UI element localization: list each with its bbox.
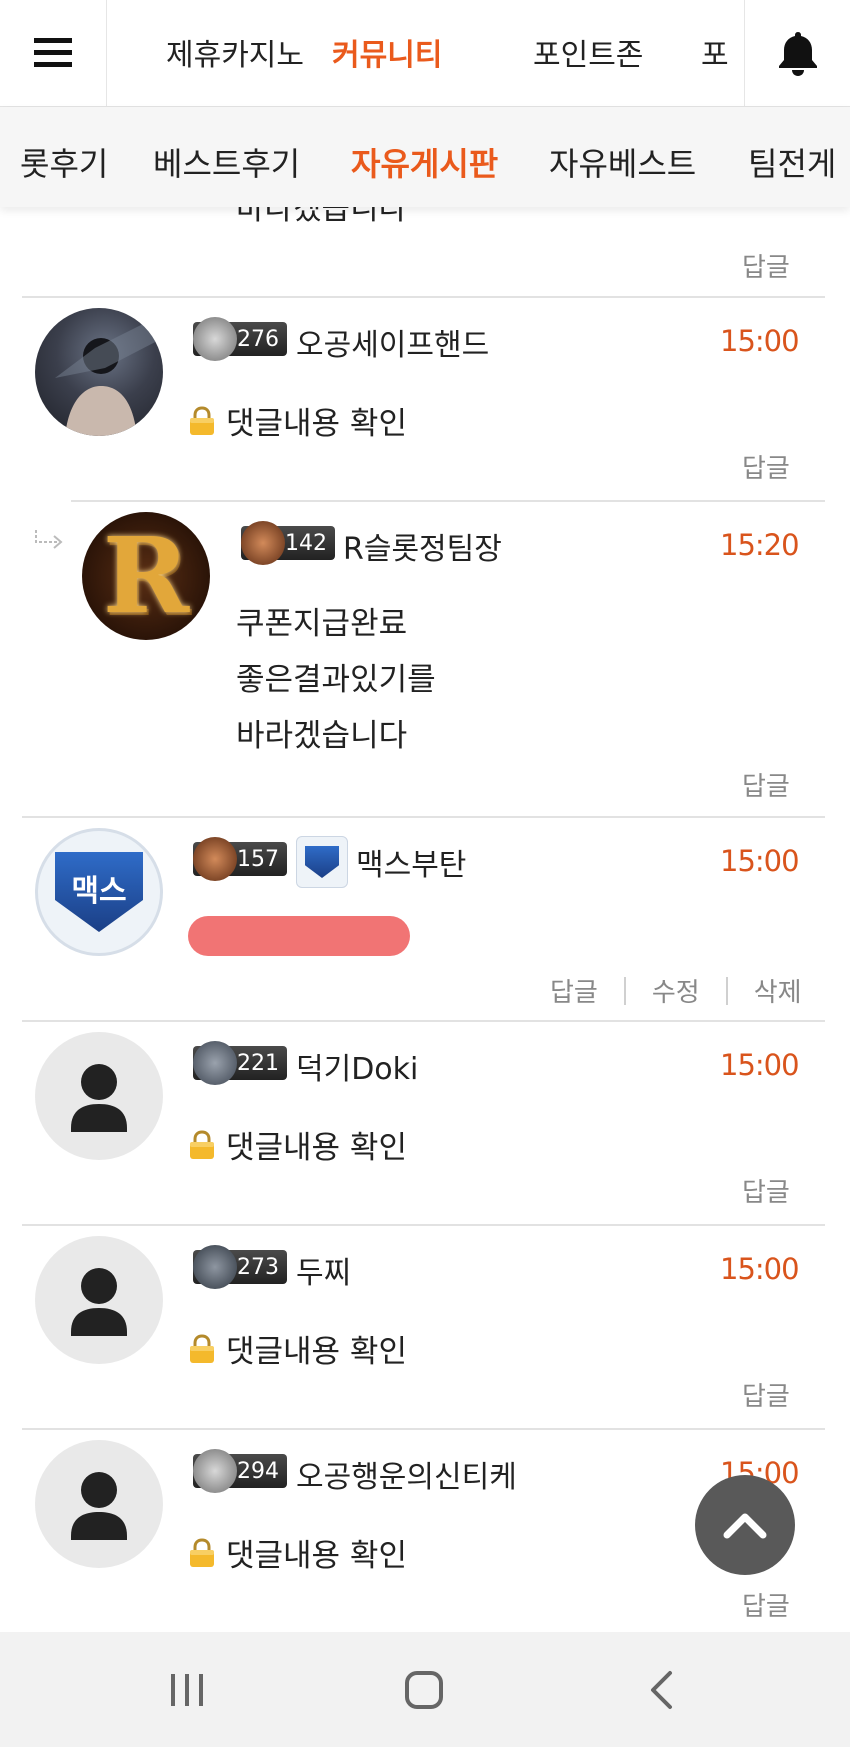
system-navigation-bar: [0, 1632, 850, 1747]
locked-content[interactable]: 댓글내용 확인: [188, 1122, 407, 1167]
notification-button[interactable]: [744, 0, 850, 106]
comment-time: 15:00: [720, 1252, 800, 1286]
default-user-icon: [71, 1472, 127, 1540]
comment-item: 맥스 157 맥스부탄 15:00 답글 수정 삭제: [0, 818, 850, 1020]
topnav-scroll: 제휴카지노 커뮤니티 포인트존 포: [106, 0, 744, 106]
user-emblem-icon: [296, 836, 348, 888]
comment-body-line: 쿠폰지급완료: [236, 606, 408, 642]
comment-body-line: 좋은결과있기를: [236, 662, 436, 698]
comment-time: 15:20: [720, 528, 800, 562]
comment-time: 15:00: [720, 324, 800, 358]
subnav-item-team-more[interactable]: 팀전게: [748, 139, 836, 185]
rank-emblem-icon: [193, 1449, 237, 1493]
home-icon[interactable]: [404, 1670, 444, 1710]
comment-author[interactable]: 맥스부탄: [356, 840, 466, 884]
lock-icon: [190, 1333, 214, 1363]
default-user-icon: [71, 1064, 127, 1132]
avatar-letter: R: [102, 514, 190, 637]
reply-arrow-icon: [35, 530, 63, 549]
delete-button[interactable]: 삭제: [754, 972, 802, 1009]
hamburger-menu-button[interactable]: [0, 0, 107, 106]
avatar[interactable]: [35, 1032, 163, 1160]
top-navigation: 제휴카지노 커뮤니티 포인트존 포: [0, 0, 850, 107]
comment-author[interactable]: 두찌: [296, 1248, 351, 1292]
menu-icon: [34, 38, 72, 67]
board-subnav: 롯후기 베스트후기 자유게시판 자유베스트 팀전게: [0, 107, 850, 207]
reply-button[interactable]: 답글: [742, 247, 790, 284]
chevron-up-icon: [723, 1513, 767, 1539]
comment-item: 273 두찌 15:00 댓글내용 확인 답글: [0, 1226, 850, 1428]
level-badge: 273: [193, 1245, 287, 1289]
rank-emblem-icon: [193, 1245, 237, 1289]
subnav-item-slot-review[interactable]: 롯후기: [20, 139, 108, 185]
locked-content[interactable]: 댓글내용 확인: [188, 398, 407, 443]
comment-author[interactable]: R슬롯정팀장: [343, 524, 502, 568]
reply-button[interactable]: 답글: [742, 1586, 790, 1623]
edit-button[interactable]: 수정: [652, 972, 700, 1009]
reply-button[interactable]: 답글: [742, 766, 790, 803]
lock-text: 댓글내용 확인: [226, 1538, 407, 1574]
level-badge: 142: [241, 521, 335, 565]
rank-emblem-icon: [193, 837, 237, 881]
rank-emblem-icon: [241, 521, 285, 565]
comment-actions: 답글 수정 삭제: [550, 972, 802, 1009]
topnav-item-point-zone[interactable]: 포인트존: [533, 30, 643, 74]
partial-comment: 바라겠습니다 답글: [0, 191, 850, 297]
bell-icon: [779, 32, 817, 76]
locked-content[interactable]: 댓글내용 확인: [188, 1530, 407, 1575]
comment-author[interactable]: 덕기Doki: [296, 1044, 418, 1088]
lock-icon: [190, 1537, 214, 1567]
level-badge: 221: [193, 1041, 287, 1085]
rank-emblem-icon: [193, 317, 237, 361]
reply-button[interactable]: 답글: [742, 1172, 790, 1209]
avatar-text: 맥스: [71, 874, 127, 909]
lock-icon: [190, 405, 214, 435]
reply-button[interactable]: 답글: [742, 1376, 790, 1413]
recent-apps-icon[interactable]: [169, 1672, 205, 1708]
divider: [725, 976, 728, 1005]
divider: [623, 976, 626, 1005]
redacted-content: [188, 916, 410, 956]
avatar[interactable]: [35, 308, 163, 436]
default-user-icon: [71, 1268, 127, 1336]
user-photo-icon: [55, 318, 163, 436]
topnav-item-partner-casino[interactable]: 제휴카지노: [166, 30, 304, 74]
comment-author[interactable]: 오공세이프핸드: [296, 320, 489, 364]
back-icon[interactable]: [648, 1670, 674, 1710]
reply-button[interactable]: 답글: [742, 448, 790, 485]
comment-reply-item: R 142 R슬롯정팀장 15:20 쿠폰지급완료 좋은결과있기를 바라겠습니다…: [0, 502, 850, 816]
scroll-to-top-button[interactable]: [695, 1475, 795, 1575]
comment-item: 221 덕기Doki 15:00 댓글내용 확인 답글: [0, 1022, 850, 1224]
subnav-item-free-best[interactable]: 자유베스트: [549, 139, 696, 185]
topnav-item-community[interactable]: 커뮤니티: [332, 30, 442, 74]
comment-time: 15:00: [720, 1048, 800, 1082]
comment-time: 15:00: [720, 844, 800, 878]
comment-item: 276 오공세이프핸드 15:00 댓글내용 확인 답글: [0, 298, 850, 500]
comment-body-line: 바라겠습니다: [236, 718, 408, 754]
shield-icon: 맥스: [55, 852, 143, 932]
reply-button[interactable]: 답글: [550, 972, 598, 1009]
avatar[interactable]: [35, 1440, 163, 1568]
level-badge: 294: [193, 1449, 287, 1493]
avatar[interactable]: [35, 1236, 163, 1364]
locked-content[interactable]: 댓글내용 확인: [188, 1326, 407, 1371]
lock-text: 댓글내용 확인: [226, 406, 407, 442]
topnav-item-more[interactable]: 포: [701, 30, 729, 74]
avatar[interactable]: 맥스: [35, 828, 163, 956]
rank-emblem-icon: [193, 1041, 237, 1085]
lock-text: 댓글내용 확인: [226, 1334, 407, 1370]
subnav-item-free-board[interactable]: 자유게시판: [351, 139, 498, 185]
lock-icon: [190, 1129, 214, 1159]
lock-text: 댓글내용 확인: [226, 1130, 407, 1166]
level-badge: 276: [193, 317, 287, 361]
subnav-item-best-review[interactable]: 베스트후기: [153, 139, 300, 185]
level-badge: 157: [193, 837, 287, 881]
comment-author[interactable]: 오공행운의신티케: [296, 1452, 517, 1496]
avatar[interactable]: R: [82, 512, 210, 640]
